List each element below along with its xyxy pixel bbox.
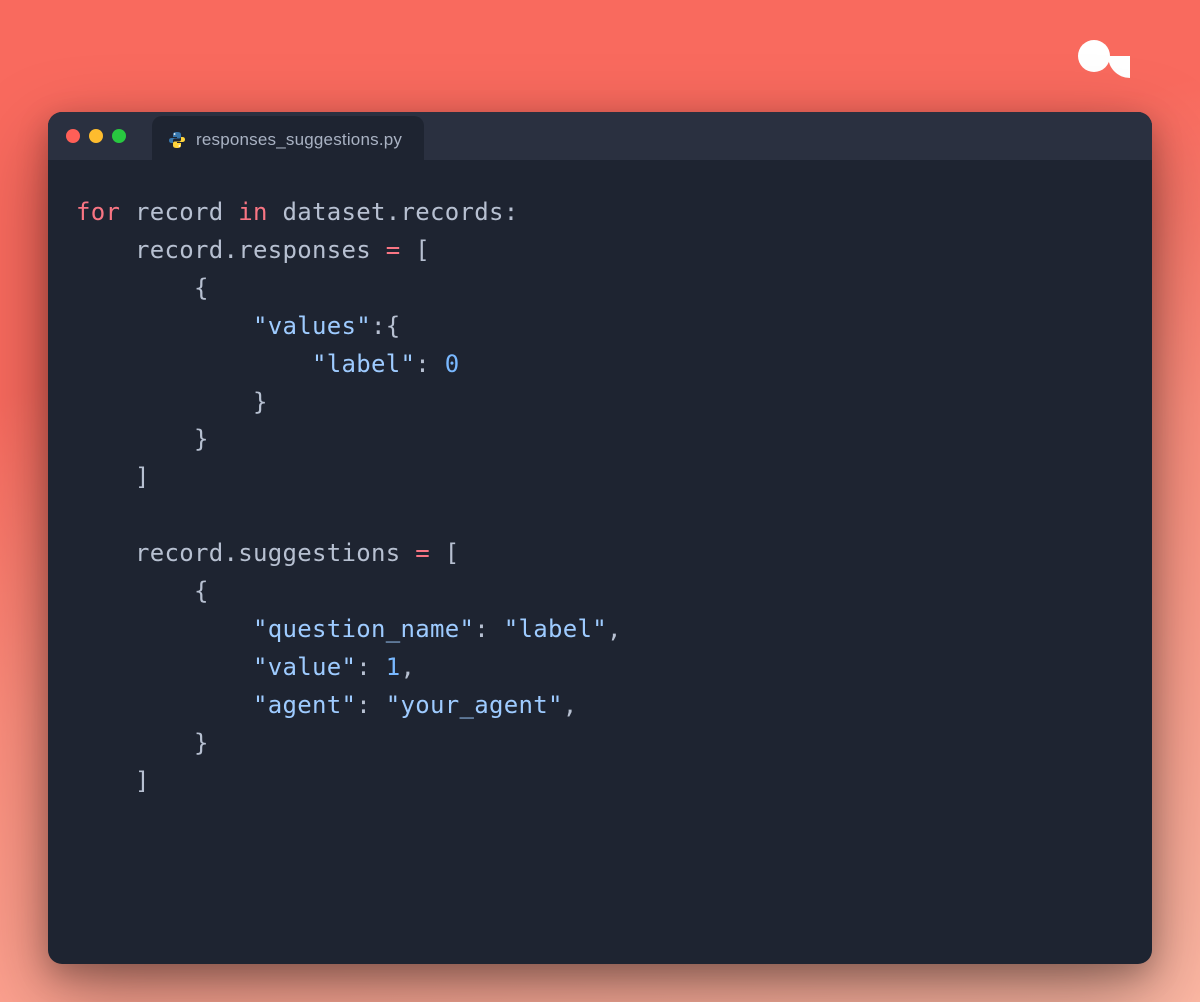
code-token-punct: [ — [415, 236, 430, 264]
code-token-ident — [76, 767, 135, 795]
code-token-punct: ] — [135, 767, 150, 795]
code-token-ident — [120, 198, 135, 226]
code-token-ident — [76, 577, 194, 605]
code-token-ident — [76, 425, 194, 453]
code-editor-window: responses_suggestions.py for record in d… — [48, 112, 1152, 964]
code-token-punct: } — [194, 729, 209, 757]
code-token-ident — [489, 615, 504, 643]
code-token-punct: { — [386, 312, 401, 340]
code-token-string: "agent" — [253, 691, 356, 719]
code-token-punct: : — [356, 653, 371, 681]
code-token-punct: : — [415, 350, 430, 378]
code-token-ident: record — [135, 539, 224, 567]
code-token-ident — [76, 653, 253, 681]
code-token-punct: { — [194, 577, 209, 605]
code-token-op: = — [415, 539, 430, 567]
code-token-ident: record — [135, 236, 224, 264]
code-token-punct: : — [504, 198, 519, 226]
code-token-ident — [76, 539, 135, 567]
code-token-punct: : — [356, 691, 371, 719]
code-token-op: = — [386, 236, 401, 264]
code-token-ident: suggestions — [238, 539, 400, 567]
code-token-punct: { — [194, 274, 209, 302]
code-token-punct: : — [474, 615, 489, 643]
code-token-ident — [76, 615, 253, 643]
minimize-button[interactable] — [89, 129, 103, 143]
code-token-punct: } — [253, 388, 268, 416]
code-token-string: "label" — [312, 350, 415, 378]
code-token-ident — [268, 198, 283, 226]
code-token-punct: [ — [445, 539, 460, 567]
code-token-string: "your_agent" — [386, 691, 563, 719]
code-token-ident — [371, 691, 386, 719]
code-token-ident — [76, 274, 194, 302]
file-tab-label: responses_suggestions.py — [196, 130, 402, 150]
close-button[interactable] — [66, 129, 80, 143]
code-token-ident: record — [135, 198, 224, 226]
code-token-punct: : — [371, 312, 386, 340]
code-token-punct: , — [607, 615, 622, 643]
code-token-ident — [76, 691, 253, 719]
code-token-ident — [76, 463, 135, 491]
code-token-string: "question_name" — [253, 615, 474, 643]
code-token-ident — [224, 198, 239, 226]
code-token-ident — [76, 236, 135, 264]
python-file-icon — [168, 131, 186, 149]
code-token-string: "value" — [253, 653, 356, 681]
code-token-string: "values" — [253, 312, 371, 340]
window-controls — [66, 129, 126, 143]
code-token-ident — [76, 312, 253, 340]
code-token-ident: dataset — [283, 198, 386, 226]
code-token-ident — [401, 539, 416, 567]
code-token-punct: . — [224, 539, 239, 567]
code-token-punct: , — [563, 691, 578, 719]
code-token-ident — [430, 350, 445, 378]
code-token-ident — [371, 236, 386, 264]
brand-logo — [1072, 32, 1152, 80]
code-token-string: "label" — [504, 615, 607, 643]
code-token-keyword: in — [238, 198, 268, 226]
code-token-ident — [76, 388, 253, 416]
code-token-punct: . — [224, 236, 239, 264]
code-token-punct: . — [386, 198, 401, 226]
code-token-keyword: for — [76, 198, 120, 226]
code-token-ident — [401, 236, 416, 264]
code-token-ident — [76, 729, 194, 757]
code-token-ident — [76, 350, 312, 378]
code-token-ident — [430, 539, 445, 567]
file-tab[interactable]: responses_suggestions.py — [152, 116, 424, 164]
code-content[interactable]: for record in dataset.records: record.re… — [48, 160, 1152, 964]
code-token-ident: records — [401, 198, 504, 226]
code-token-punct: ] — [135, 463, 150, 491]
zoom-button[interactable] — [112, 129, 126, 143]
code-token-number: 0 — [445, 350, 460, 378]
code-token-ident: responses — [238, 236, 371, 264]
window-titlebar: responses_suggestions.py — [48, 112, 1152, 160]
code-token-punct: } — [194, 425, 209, 453]
code-token-ident — [371, 653, 386, 681]
code-token-number: 1 — [386, 653, 401, 681]
code-token-punct: , — [401, 653, 416, 681]
